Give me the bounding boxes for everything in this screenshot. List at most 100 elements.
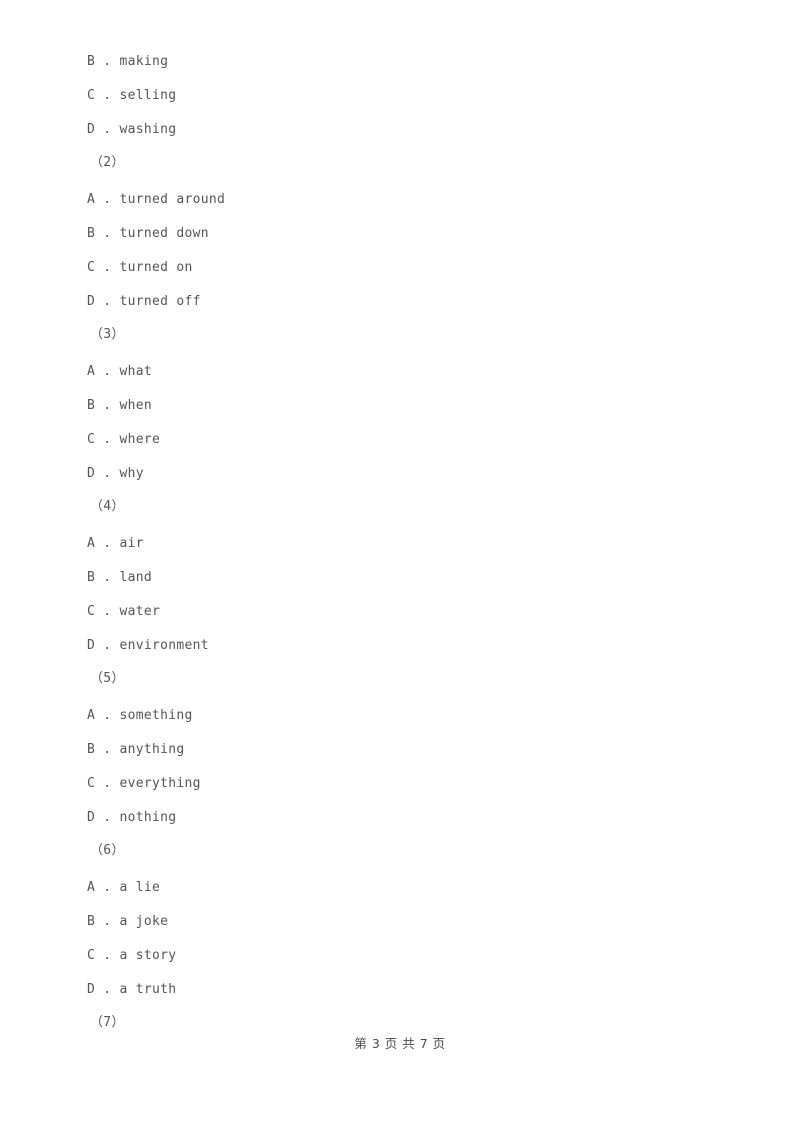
question-number: （4）	[90, 499, 125, 514]
answer-option: D . why	[0, 464, 800, 484]
option-letter: B	[87, 914, 96, 929]
answer-option: D . washing	[0, 120, 800, 140]
answer-option: A . air	[0, 534, 800, 554]
option-separator: .	[95, 880, 120, 895]
option-separator: .	[95, 604, 120, 619]
answer-option: C . selling	[0, 86, 800, 106]
option-letter: D	[87, 122, 96, 137]
option-separator: .	[95, 914, 120, 929]
answer-option: A . what	[0, 362, 800, 382]
page-footer: 第 3 页 共 7 页	[354, 1036, 446, 1051]
answer-option: B . anything	[0, 740, 800, 760]
answer-option: C . turned on	[0, 258, 800, 278]
option-separator: .	[95, 226, 120, 241]
option-text: why	[119, 466, 144, 481]
answer-option: C . a story	[0, 946, 800, 966]
option-text: something	[119, 708, 193, 723]
option-separator: .	[95, 398, 120, 413]
option-letter: A	[87, 192, 96, 207]
option-letter: C	[87, 432, 96, 447]
answer-option: D . a truth	[0, 980, 800, 1000]
option-letter: A	[87, 708, 96, 723]
option-text: a joke	[119, 914, 169, 929]
option-text: what	[119, 364, 153, 379]
option-separator: .	[95, 776, 120, 791]
answer-option: B . making	[0, 52, 800, 72]
option-separator: .	[95, 638, 120, 653]
option-separator: .	[95, 948, 120, 963]
option-letter: D	[87, 294, 96, 309]
answer-option: C . where	[0, 430, 800, 450]
option-letter: D	[87, 638, 96, 653]
answer-option: D . nothing	[0, 808, 800, 828]
document-page: B . making C . selling D . washing （2） A . t…	[0, 0, 800, 1132]
option-text: a story	[119, 948, 177, 963]
option-text: anything	[119, 742, 185, 757]
answer-option: A . a lie	[0, 878, 800, 898]
option-letter: C	[87, 948, 96, 963]
option-letter: B	[87, 570, 96, 585]
answer-option: A . something	[0, 706, 800, 726]
question-number: （5）	[90, 671, 125, 686]
option-text: selling	[119, 88, 177, 103]
option-separator: .	[95, 88, 120, 103]
answer-option: B . turned down	[0, 224, 800, 244]
option-text: turned around	[119, 192, 226, 207]
answer-option: B . land	[0, 568, 800, 588]
option-text: nothing	[119, 810, 177, 825]
option-letter: C	[87, 604, 96, 619]
option-letter: A	[87, 536, 96, 551]
option-text: when	[119, 398, 153, 413]
option-separator: .	[95, 570, 120, 585]
option-text: a truth	[119, 982, 177, 997]
option-separator: .	[95, 294, 120, 309]
option-text: where	[119, 432, 161, 447]
option-letter: A	[87, 880, 96, 895]
option-text: a lie	[119, 880, 161, 895]
option-separator: .	[95, 260, 120, 275]
option-text: turned on	[119, 260, 193, 275]
option-letter: C	[87, 88, 96, 103]
option-letter: D	[87, 466, 96, 481]
question-number: （3）	[90, 327, 125, 342]
option-letter: B	[87, 742, 96, 757]
option-separator: .	[95, 122, 120, 137]
option-letter: C	[87, 260, 96, 275]
option-separator: .	[95, 708, 120, 723]
answer-option: B . when	[0, 396, 800, 416]
option-text: washing	[119, 122, 177, 137]
question-number: （6）	[90, 843, 125, 858]
option-text: air	[119, 536, 144, 551]
option-text: turned off	[119, 294, 201, 309]
answer-option: B . a joke	[0, 912, 800, 932]
option-text: everything	[119, 776, 201, 791]
option-separator: .	[95, 432, 120, 447]
answer-option: D . turned off	[0, 292, 800, 312]
option-letter: B	[87, 54, 96, 69]
option-text: making	[119, 54, 169, 69]
question-number: （7）	[90, 1015, 125, 1030]
option-letter: D	[87, 982, 96, 997]
answer-option: C . everything	[0, 774, 800, 794]
answer-option: D . environment	[0, 636, 800, 656]
option-separator: .	[95, 536, 120, 551]
option-separator: .	[95, 54, 120, 69]
option-text: water	[119, 604, 161, 619]
option-letter: A	[87, 364, 96, 379]
option-letter: B	[87, 226, 96, 241]
option-separator: .	[95, 466, 120, 481]
option-separator: .	[95, 364, 120, 379]
option-letter: D	[87, 810, 96, 825]
option-text: environment	[119, 638, 209, 653]
answer-option: C . water	[0, 602, 800, 622]
option-separator: .	[95, 982, 120, 997]
option-separator: .	[95, 742, 120, 757]
option-text: land	[119, 570, 153, 585]
option-separator: .	[95, 192, 120, 207]
option-letter: B	[87, 398, 96, 413]
option-letter: C	[87, 776, 96, 791]
option-separator: .	[95, 810, 120, 825]
option-text: turned down	[119, 226, 209, 241]
answer-option: A . turned around	[0, 190, 800, 210]
question-number: （2）	[90, 155, 125, 170]
